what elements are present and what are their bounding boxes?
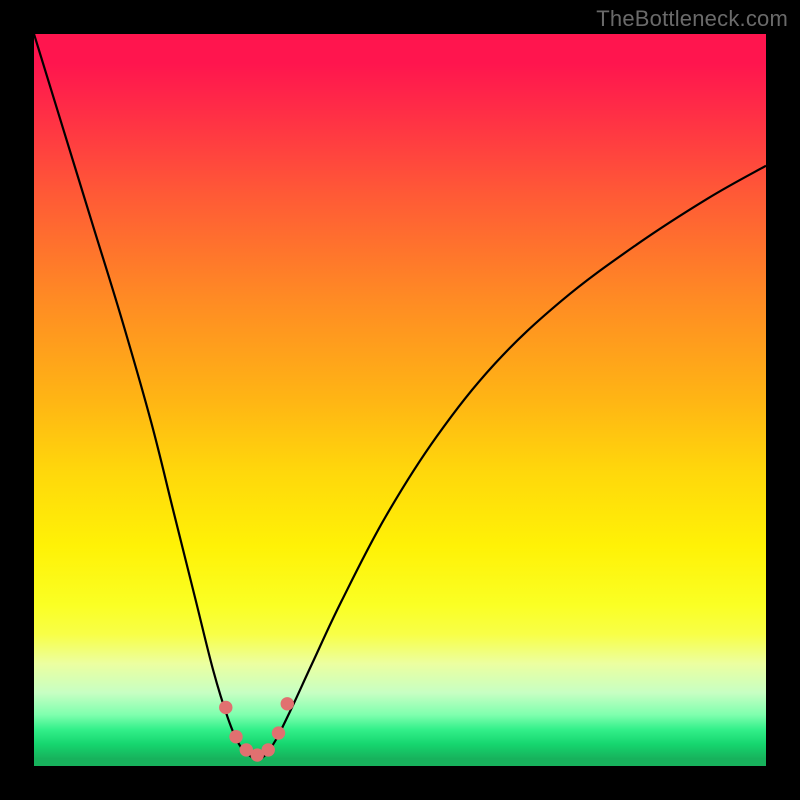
curve-marker: [272, 727, 284, 739]
curve-marker: [220, 701, 232, 713]
plot-area: [34, 34, 766, 766]
watermark-text: TheBottleneck.com: [596, 6, 788, 32]
curve-marker: [262, 744, 274, 756]
curve-marker: [230, 731, 242, 743]
curve-layer: [34, 34, 766, 766]
curve-marker: [281, 698, 293, 710]
bottleneck-curve: [34, 34, 766, 759]
curve-markers: [220, 698, 294, 762]
chart-frame: TheBottleneck.com: [0, 0, 800, 800]
